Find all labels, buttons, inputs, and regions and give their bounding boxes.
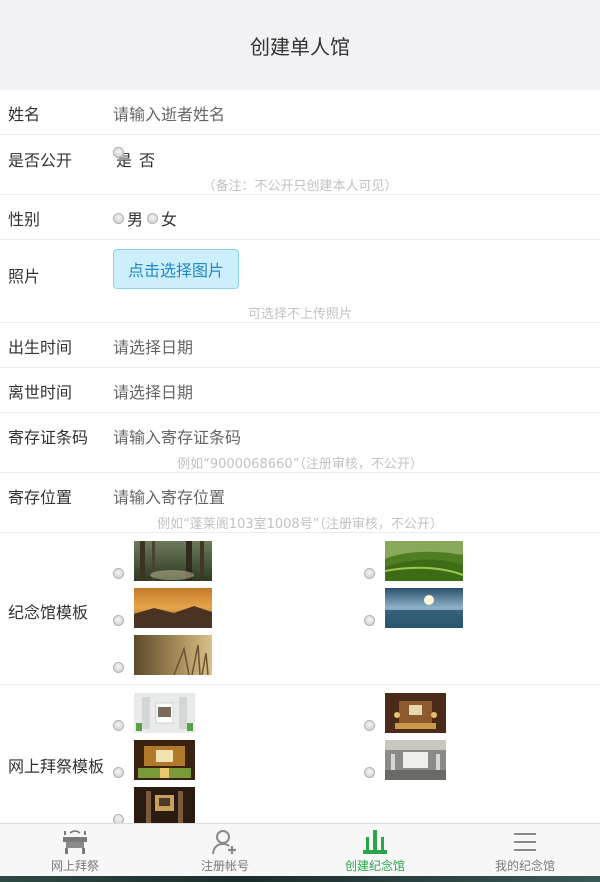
menu-icon: [514, 833, 536, 851]
worship-template-thumb-white-hall[interactable]: [134, 693, 195, 733]
memorial-template-radio-1[interactable]: [113, 568, 124, 579]
worship-template-radio-2[interactable]: [364, 720, 375, 731]
tab-online-worship[interactable]: 网上拜祭: [0, 824, 150, 876]
worship-template-radio-3[interactable]: [113, 767, 124, 778]
memorial-template-thumb-grass[interactable]: [134, 635, 212, 675]
memorial-template-thumb-sunset[interactable]: [134, 588, 212, 628]
bottom-background-strip: [0, 876, 600, 882]
tab-register[interactable]: 注册帐号: [150, 824, 300, 876]
birth-row: 出生时间 请选择日期: [0, 323, 600, 368]
memorial-icon: [363, 830, 387, 854]
create-memorial-form: 姓名 请输入逝者姓名 是否公开 是否 （备注：不公开只创建本人可见） 性别 男女…: [0, 90, 600, 823]
name-label: 姓名: [8, 105, 41, 124]
worship-template-thumb-grand-hall[interactable]: [385, 740, 446, 780]
public-note: （备注：不公开只创建本人可见）: [202, 179, 398, 194]
location-input[interactable]: 请输入寄存位置: [113, 484, 225, 508]
photo-note: 可选择不上传照片: [247, 307, 352, 322]
gender-row: 性别 男女: [0, 195, 600, 240]
memorial-template-row: 纪念馆模板: [0, 533, 600, 685]
tab-create-memorial-label: 创建纪念馆: [344, 859, 405, 873]
memorial-template-radio-4[interactable]: [364, 615, 375, 626]
gender-options: 男女: [113, 206, 181, 230]
photo-label: 照片: [8, 267, 41, 286]
user-add-icon: [212, 830, 236, 855]
worship-template-thumb-wood-hall[interactable]: [385, 693, 446, 733]
public-row: 是否公开 是否 （备注：不公开只创建本人可见）: [0, 135, 600, 195]
public-label: 是否公开: [8, 151, 73, 170]
cert-note: 例如“9000068660”（注册审核，不公开）: [177, 457, 423, 472]
name-input[interactable]: 请输入逝者姓名: [113, 101, 225, 125]
bottom-tab-bar: 网上拜祭 注册帐号 创建纪念馆 我的纪念馆: [0, 823, 600, 876]
choose-photo-button[interactable]: 点击选择图片: [113, 249, 239, 289]
birth-label: 出生时间: [8, 338, 73, 357]
gender-female-label: 女: [161, 210, 178, 229]
worship-template-label: 网上拜祭模板: [8, 757, 105, 776]
page-title: 创建单人馆: [250, 34, 350, 59]
gender-male-radio[interactable]: [113, 212, 124, 224]
worship-template-radio-4[interactable]: [364, 767, 375, 778]
worship-template-radio-1[interactable]: [113, 720, 124, 731]
public-options: 是否: [113, 147, 159, 171]
memorial-template-thumb-hills[interactable]: [385, 541, 463, 581]
memorial-template-label: 纪念馆模板: [8, 603, 89, 622]
location-row: 寄存位置 请输入寄存位置 例如“蓬莱阁103室1008号”（注册审核，不公开）: [0, 473, 600, 533]
page-header: 创建单人馆: [0, 0, 600, 90]
altar-icon: [63, 830, 87, 854]
tab-register-label: 注册帐号: [200, 859, 249, 873]
gender-female-radio[interactable]: [147, 212, 159, 224]
photo-row: 照片 点击选择图片 可选择不上传照片: [0, 240, 600, 323]
worship-template-thumb-gold-hall[interactable]: [134, 740, 195, 780]
location-label: 寄存位置: [8, 488, 73, 507]
location-note: 例如“蓬莱阁103室1008号”（注册审核，不公开）: [157, 517, 443, 532]
memorial-template-thumb-sea[interactable]: [385, 588, 463, 628]
gender-label: 性别: [8, 210, 41, 229]
public-no-label: 否: [139, 151, 156, 170]
death-date-picker[interactable]: 请选择日期: [113, 379, 193, 403]
worship-template-radio-5[interactable]: [113, 814, 124, 823]
worship-template-thumb-dark-hall[interactable]: [134, 787, 195, 823]
memorial-template-thumb-forest[interactable]: [134, 541, 212, 581]
tab-my-memorials-label: 我的纪念馆: [494, 859, 555, 873]
death-label: 离世时间: [8, 383, 73, 402]
death-row: 离世时间 请选择日期: [0, 368, 600, 413]
worship-template-row: 网上拜祭模板: [0, 685, 600, 823]
cert-label: 寄存证条码: [8, 428, 89, 447]
tab-online-worship-label: 网上拜祭: [50, 859, 99, 873]
memorial-template-radio-3[interactable]: [113, 615, 124, 626]
birth-date-picker[interactable]: 请选择日期: [113, 334, 193, 358]
tab-my-memorials[interactable]: 我的纪念馆: [450, 824, 600, 876]
name-row: 姓名 请输入逝者姓名: [0, 90, 600, 135]
memorial-template-radio-2[interactable]: [364, 568, 375, 579]
cert-row: 寄存证条码 请输入寄存证条码 例如“9000068660”（注册审核，不公开）: [0, 413, 600, 473]
gender-male-label: 男: [127, 210, 144, 229]
memorial-template-radio-5[interactable]: [113, 662, 124, 673]
tab-create-memorial[interactable]: 创建纪念馆: [300, 824, 450, 876]
public-no-radio[interactable]: [113, 147, 124, 158]
cert-input[interactable]: 请输入寄存证条码: [113, 424, 241, 448]
